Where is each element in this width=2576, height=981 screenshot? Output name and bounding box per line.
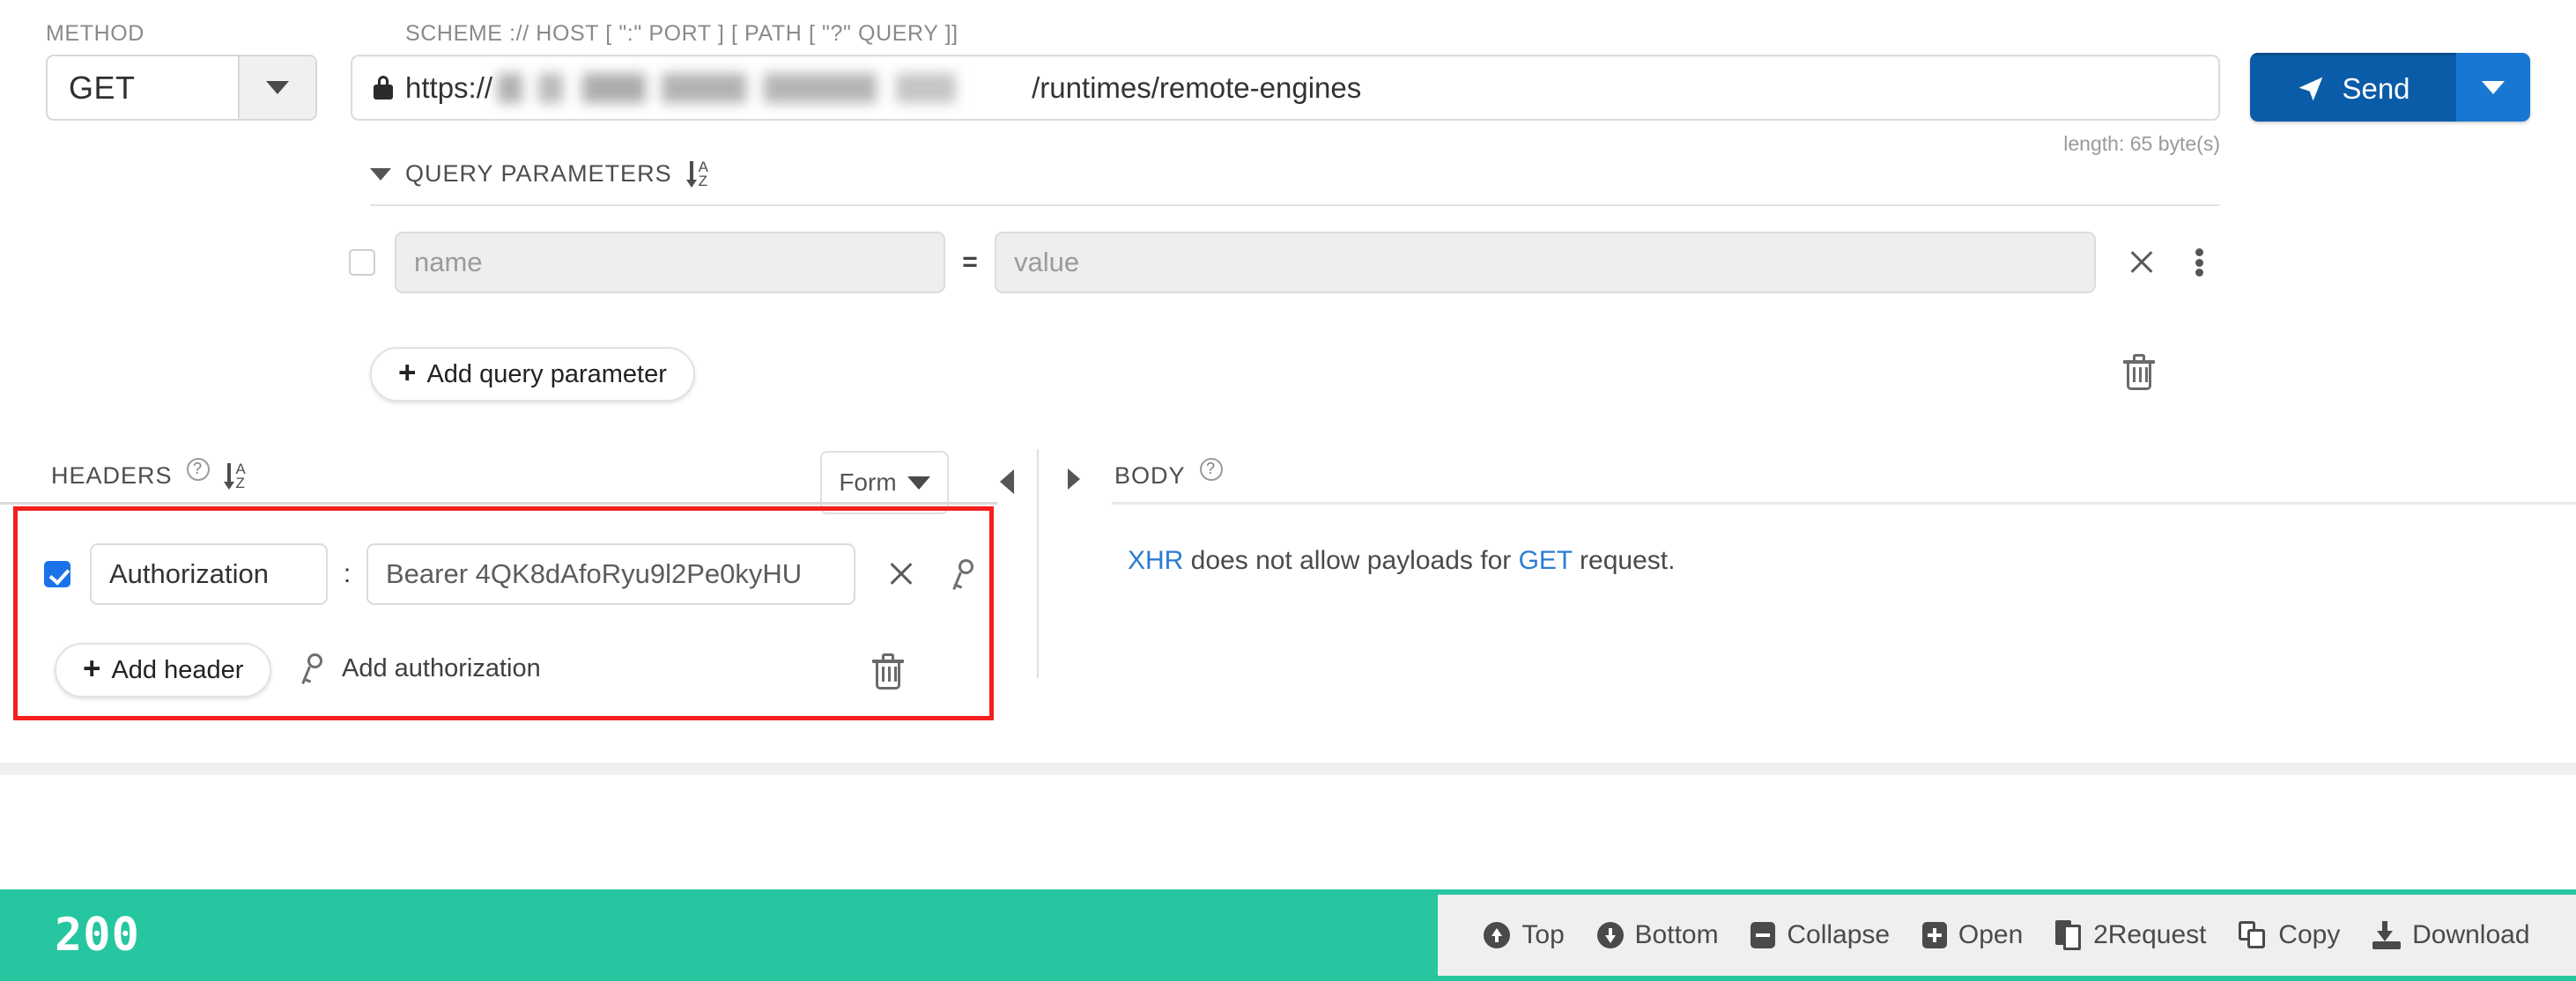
body-section-header: BODY ? [1114, 457, 1223, 490]
document-icon [2055, 920, 2082, 950]
response-tool-collapse[interactable]: Collapse [1751, 920, 1890, 950]
response-tool-download[interactable]: Download [2372, 920, 2530, 950]
colon-separator: : [343, 559, 352, 588]
headers-title: HEADERS [51, 462, 173, 490]
response-tool-open[interactable]: Open [1921, 920, 2024, 950]
add-authorization-label: Add authorization [342, 653, 541, 682]
help-icon[interactable]: ? [186, 457, 210, 481]
sort-az-icon[interactable]: AZ [685, 159, 709, 188]
collapse-headers-panel-icon[interactable] [1000, 469, 1014, 494]
send-button[interactable]: Send [2250, 53, 2456, 122]
query-parameter-name-input[interactable]: name [395, 232, 945, 293]
chevron-down-icon [907, 476, 930, 490]
chevron-down-icon [2482, 80, 2505, 94]
minus-square-icon [1751, 922, 1776, 948]
query-parameter-more-menu-icon[interactable] [2184, 245, 2214, 280]
lock-icon [374, 75, 393, 100]
add-header-button[interactable]: + Add header [55, 643, 272, 697]
url-input[interactable]: https:// /runtimes/remote-engines [351, 55, 2220, 121]
header-enabled-checkbox[interactable] [44, 561, 70, 587]
response-status-bar: 200 Top Bottom Collapse Open 2Request Co… [0, 889, 2576, 981]
request-line: METHOD GET SCHEME :// HOST [ ":" PORT ] … [0, 0, 2576, 155]
url-text: https:// /runtimes/remote-engines [405, 71, 1361, 105]
body-message-middle: does not allow payloads for [1183, 546, 1519, 575]
expand-body-panel-icon[interactable] [1068, 468, 1080, 490]
headers-mode-select[interactable]: Form [820, 451, 949, 514]
paper-plane-icon [2299, 77, 2323, 100]
plus-square-icon [1921, 922, 1947, 948]
response-status-code: 200 [55, 909, 140, 962]
query-parameters-section-header[interactable]: QUERY PARAMETERS AZ [370, 159, 709, 188]
response-toolbar: Top Bottom Collapse Open 2Request Copy D… [1438, 895, 2576, 976]
method-dropdown-button[interactable] [238, 56, 315, 119]
headers-section-header: HEADERS ? AZ [51, 457, 247, 490]
arrow-up-circle-icon [1484, 922, 1511, 948]
chevron-down-icon [266, 81, 289, 94]
xhr-link[interactable]: XHR [1128, 546, 1183, 575]
send-button-label: Send [2342, 71, 2410, 105]
response-tool-copy[interactable]: Copy [2239, 920, 2340, 950]
divider [370, 204, 2220, 206]
response-tool-copy-label: Copy [2278, 920, 2341, 949]
get-link[interactable]: GET [1519, 546, 1573, 575]
divider [0, 502, 997, 505]
equals-sign: = [962, 247, 978, 277]
method-select[interactable]: GET [46, 55, 317, 121]
url-path: /runtimes/remote-engines [1032, 70, 1362, 104]
clear-query-parameters-icon[interactable] [2123, 354, 2155, 391]
panel-divider [1037, 449, 1039, 678]
response-tool-top[interactable]: Top [1484, 920, 1565, 950]
header-value-input[interactable]: Bearer 4QK8dAfoRyu9l2Pe0kyHU [366, 543, 855, 605]
api-console-screen: METHOD GET SCHEME :// HOST [ ":" PORT ] … [0, 0, 2576, 981]
remove-header-icon[interactable] [884, 557, 919, 592]
key-icon [298, 652, 329, 685]
url-scheme: https:// [405, 70, 493, 104]
download-icon [2372, 921, 2402, 949]
query-parameter-row: name = value [349, 231, 2225, 294]
header-name-input[interactable]: Authorization [90, 543, 328, 605]
add-authorization-button[interactable]: Add authorization [298, 652, 541, 685]
copy-icon [2239, 921, 2267, 949]
query-parameter-value-input[interactable]: value [995, 232, 2096, 293]
body-title: BODY [1114, 462, 1186, 489]
response-tool-bottom-label: Bottom [1634, 920, 1719, 949]
response-tool-bottom[interactable]: Bottom [1596, 920, 1719, 950]
query-parameters-title: QUERY PARAMETERS [405, 160, 672, 188]
divider [1112, 502, 2576, 505]
response-tool-collapse-label: Collapse [1787, 920, 1891, 949]
add-query-parameter-label: Add query parameter [426, 359, 667, 388]
header-row: Authorization : Bearer 4QK8dAfoRyu9l2Pe0… [44, 543, 981, 605]
caret-down-icon[interactable] [370, 167, 391, 181]
plus-icon: + [398, 355, 417, 390]
url-host-redacted [498, 72, 1027, 103]
body-disabled-message: XHR does not allow payloads for GET requ… [1128, 546, 1675, 576]
sort-az-icon[interactable]: AZ [223, 461, 247, 490]
send-options-button[interactable] [2456, 53, 2530, 122]
plus-icon: + [83, 651, 101, 686]
header-authorization-key-icon[interactable] [949, 557, 981, 591]
panel-gap [0, 763, 2576, 775]
headers-mode-label: Form [839, 468, 897, 496]
response-tool-download-label: Download [2412, 920, 2530, 949]
help-icon[interactable]: ? [1199, 457, 1223, 481]
add-query-parameter-button[interactable]: + Add query parameter [370, 347, 695, 402]
method-selected-value: GET [69, 69, 136, 106]
response-tool-open-label: Open [1958, 920, 2024, 949]
response-tool-2request[interactable]: 2Request [2055, 920, 2207, 950]
response-tool-top-label: Top [1521, 920, 1565, 949]
send-control: Send [2250, 53, 2530, 122]
method-caption: METHOD [46, 21, 144, 46]
remove-query-parameter-icon[interactable] [2124, 245, 2159, 280]
add-header-label: Add header [111, 655, 244, 684]
query-parameter-enabled-checkbox[interactable] [349, 249, 375, 276]
url-length-note: length: 65 byte(s) [2063, 132, 2220, 155]
response-tool-2request-label: 2Request [2093, 920, 2207, 949]
arrow-down-circle-icon [1596, 922, 1624, 948]
clear-headers-icon[interactable] [872, 653, 904, 690]
url-caption: SCHEME :// HOST [ ":" PORT ] [ PATH [ "?… [405, 21, 959, 46]
body-message-suffix: request. [1572, 546, 1676, 575]
